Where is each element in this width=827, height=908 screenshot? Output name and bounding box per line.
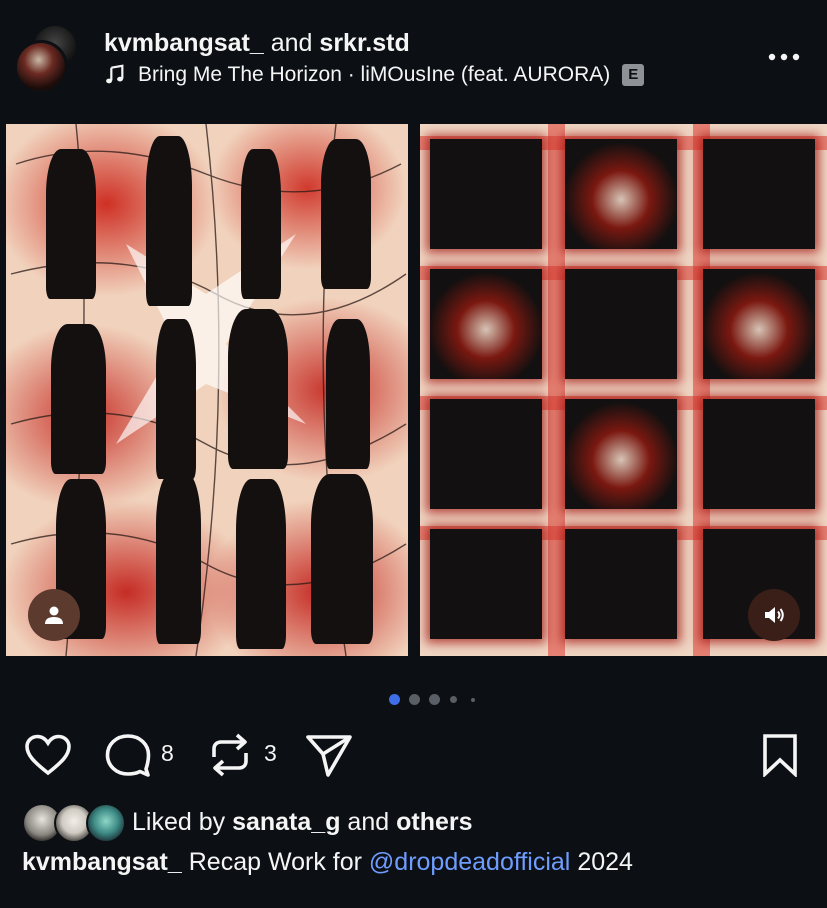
collab-avatars[interactable] — [14, 24, 80, 94]
model-figure — [156, 319, 196, 479]
post-authors: kvmbangsat_ and srkr.std — [104, 28, 410, 58]
person-icon — [45, 606, 63, 624]
photo-tile — [565, 529, 677, 639]
carousel-dot-active — [389, 694, 400, 705]
carousel-dot — [450, 696, 457, 703]
model-figure — [51, 324, 106, 474]
avatar — [86, 803, 126, 843]
heart-icon[interactable] — [24, 734, 72, 776]
repost-icon[interactable] — [208, 731, 252, 779]
authors-and: and — [270, 29, 313, 57]
carousel-image-1[interactable] — [6, 124, 408, 656]
model-figure — [228, 309, 288, 469]
sound-toggle-button[interactable] — [748, 589, 800, 641]
photo-tile — [430, 399, 542, 509]
liker-avatars[interactable] — [22, 803, 126, 843]
liker-username[interactable]: sanata_g — [232, 808, 340, 836]
caption-mention-link[interactable]: @dropdeadofficial — [369, 848, 570, 876]
photo-tile — [703, 139, 815, 249]
model-figure — [156, 474, 201, 644]
comment-icon[interactable] — [104, 733, 152, 777]
carousel-image-2[interactable] — [420, 124, 827, 656]
caption-text: Recap Work for — [188, 848, 362, 876]
carousel-indicator — [0, 693, 827, 707]
photo-tile — [565, 269, 677, 379]
carousel-dot — [429, 694, 440, 705]
liked-by-others[interactable]: others — [396, 808, 472, 836]
model-figure — [146, 136, 192, 306]
photo-tile — [430, 529, 542, 639]
speaker-icon — [765, 607, 784, 623]
repost-count: 3 — [264, 740, 277, 766]
bookmark-icon[interactable] — [761, 733, 799, 777]
liked-by-prefix: Liked by — [132, 807, 226, 836]
photo-tile — [430, 269, 542, 379]
post-header: kvmbangsat_ and srkr.std Bring Me The Ho… — [0, 0, 827, 110]
carousel-dot — [409, 694, 420, 705]
music-attribution[interactable]: Bring Me The Horizon · liMOusIne (feat. … — [104, 61, 645, 89]
collaborator-username[interactable]: srkr.std — [319, 29, 409, 57]
author-username[interactable]: kvmbangsat_ — [104, 29, 264, 57]
model-figure — [236, 479, 286, 649]
liked-by-and: and — [347, 807, 390, 836]
model-figure — [321, 139, 371, 289]
photo-tile — [430, 139, 542, 249]
caption-suffix: 2024 — [577, 848, 633, 876]
photo-tile — [703, 269, 815, 379]
liked-by-row[interactable]: Liked by sanata_g and others — [22, 802, 473, 843]
caption-author[interactable]: kvmbangsat_ — [22, 848, 182, 876]
model-figure — [326, 319, 370, 469]
post-action-bar: 8 3 — [0, 728, 827, 780]
comment-count: 8 — [161, 740, 174, 766]
post-caption: kvmbangsat_ Recap Work for @dropdeadoffi… — [22, 846, 633, 878]
photo-tile — [565, 399, 677, 509]
model-figure — [46, 149, 96, 299]
model-figure — [241, 149, 281, 299]
music-track-label: Bring Me The Horizon · liMOusIne (feat. … — [138, 63, 611, 86]
music-note-icon — [106, 64, 124, 84]
share-icon[interactable] — [304, 732, 354, 778]
photo-tile — [565, 139, 677, 249]
more-options-icon[interactable] — [767, 45, 801, 69]
avatar-kvmbangsat[interactable] — [14, 40, 68, 94]
liked-by-text: Liked by sanata_g and others — [132, 808, 473, 837]
photo-tile — [703, 399, 815, 509]
explicit-badge: E — [622, 64, 645, 86]
tagged-users-button[interactable] — [28, 589, 80, 641]
carousel-dot — [471, 698, 475, 702]
model-figure — [311, 474, 373, 644]
